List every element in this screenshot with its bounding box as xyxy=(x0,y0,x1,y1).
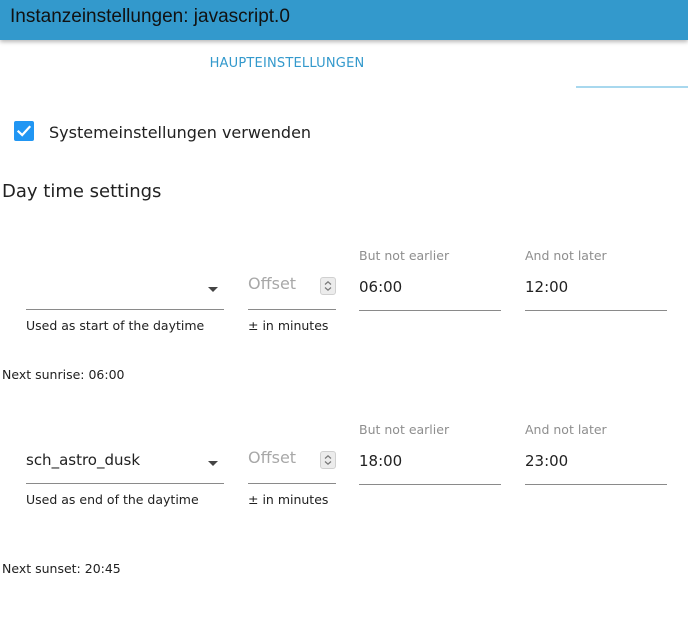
start-offset-placeholder: Offset xyxy=(248,274,297,293)
end-latest-label: And not later xyxy=(525,422,607,437)
end-offset-helper: ± in minutes xyxy=(248,492,329,507)
next-sunrise-info: Next sunrise: 06:00 xyxy=(2,367,125,382)
end-offset-placeholder: Offset xyxy=(248,448,297,467)
spinner-icon[interactable] xyxy=(320,277,336,295)
end-event-value: sch_astro_dusk xyxy=(26,451,141,469)
tab-main-settings[interactable]: HAUPTEINSTELLUNGEN xyxy=(152,56,422,71)
system-settings-label: Systemeinstellungen verwenden xyxy=(49,123,312,142)
start-offset-input[interactable]: Offset xyxy=(248,264,336,310)
spinner-icon[interactable] xyxy=(320,451,336,469)
start-earliest-label: But not earlier xyxy=(359,248,450,263)
end-earliest-label: But not earlier xyxy=(359,422,450,437)
start-latest-label: And not later xyxy=(525,248,607,263)
start-event-helper: Used as start of the daytime xyxy=(26,318,205,333)
start-event-select[interactable] xyxy=(26,264,224,310)
start-earliest-value: 06:00 xyxy=(359,278,403,296)
end-latest-input[interactable]: And not later 23:00 xyxy=(525,422,667,485)
next-sunset-info: Next sunset: 20:45 xyxy=(2,561,121,576)
checkmark-icon xyxy=(16,125,32,137)
dropdown-arrow-icon xyxy=(208,287,218,292)
end-event-select[interactable]: sch_astro_dusk xyxy=(26,438,224,484)
start-earliest-input[interactable]: But not earlier 06:00 xyxy=(359,248,501,311)
end-earliest-input[interactable]: But not earlier 18:00 xyxy=(359,422,501,485)
section-title: Day time settings xyxy=(2,181,162,202)
start-offset-helper: ± in minutes xyxy=(248,318,329,333)
start-latest-input[interactable]: And not later 12:00 xyxy=(525,248,667,311)
window-header: Instanzeinstellungen: javascript.0 xyxy=(0,0,688,40)
end-earliest-value: 18:00 xyxy=(359,452,403,470)
tab-indicator xyxy=(576,86,688,88)
end-event-helper: Used as end of the daytime xyxy=(26,492,199,507)
end-latest-value: 23:00 xyxy=(525,452,569,470)
dropdown-arrow-icon xyxy=(208,461,218,466)
window-title: Instanzeinstellungen: javascript.0 xyxy=(10,6,290,27)
start-latest-value: 12:00 xyxy=(525,278,569,296)
system-settings-checkbox[interactable] xyxy=(14,121,34,141)
end-offset-input[interactable]: Offset xyxy=(248,438,336,484)
